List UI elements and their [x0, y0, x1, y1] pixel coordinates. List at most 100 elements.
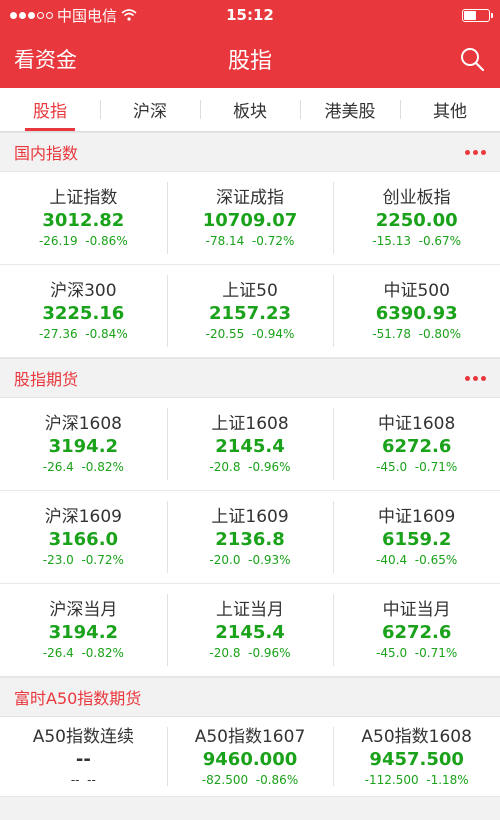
status-time: 15:12: [226, 6, 274, 24]
index-price: 9460.000: [202, 748, 298, 770]
index-tile[interactable]: A50指数1607 9460.000 -82.500 -0.86%: [166, 717, 334, 796]
index-name: 上证当月: [216, 600, 284, 620]
index-change-line: -51.78 -0.80%: [372, 326, 461, 342]
index-tile[interactable]: A50指数连续 -- -- --: [0, 717, 167, 796]
index-price: --: [75, 748, 91, 770]
index-price: 2145.4: [215, 436, 285, 457]
signal-icon: [10, 11, 53, 19]
index-tile[interactable]: 上证当月 2145.4 -20.8 -0.96%: [166, 584, 334, 676]
index-price: 2145.4: [215, 622, 285, 643]
index-change: -82.500: [201, 772, 249, 787]
index-change: -23.0: [42, 553, 74, 567]
index-row: 沪深当月 3194.2 -26.4 -0.82% 上证当月 2145.4 -20.8 -0…: [0, 584, 500, 677]
index-name: 沪深300: [50, 281, 117, 301]
index-name: 沪深1608: [44, 414, 122, 434]
index-change-pct: -0.65%: [414, 553, 458, 567]
tab-index[interactable]: 股指: [0, 88, 100, 131]
index-grid: 沪深1608 3194.2 -26.4 -0.82% 上证1608 2145.4 -20.…: [0, 398, 500, 677]
index-change-pct: -0.80%: [418, 327, 462, 341]
index-name: A50指数连续: [32, 726, 134, 747]
index-name: 沪深当月: [49, 600, 118, 620]
index-name: 沪深1609: [44, 507, 122, 527]
index-row: 上证指数 3012.82 -26.19 -0.86% 深证成指 10709.07 -78.…: [0, 172, 500, 265]
index-change-pct: -0.71%: [414, 646, 458, 660]
index-change-pct: -0.72%: [81, 553, 124, 567]
tab-other[interactable]: 其他: [400, 88, 500, 131]
more-icon[interactable]: [465, 375, 486, 381]
index-tile[interactable]: 沪深1608 3194.2 -26.4 -0.82%: [0, 398, 167, 490]
index-name: 中证1608: [378, 414, 456, 434]
view-funds-button[interactable]: 看资金: [14, 44, 77, 74]
index-tile[interactable]: 上证1608 2145.4 -20.8 -0.96%: [166, 398, 334, 490]
index-change-line: -20.8 -0.96%: [209, 459, 290, 475]
index-price: 9457.500: [369, 748, 464, 770]
more-icon[interactable]: [465, 149, 486, 155]
section-header: 股指期货: [0, 358, 500, 398]
index-price: 6390.93: [375, 303, 458, 324]
index-change-pct: -0.82%: [81, 646, 124, 660]
index-change-line: -20.8 -0.96%: [209, 645, 290, 661]
index-price: 3194.2: [48, 436, 119, 457]
index-change-pct: -0.86%: [85, 234, 128, 248]
index-change-line: -15.13 -0.67%: [372, 233, 461, 249]
index-grid: 上证指数 3012.82 -26.19 -0.86% 深证成指 10709.07 -78.…: [0, 172, 500, 358]
status-left: 中国电信: [10, 5, 137, 26]
index-tile[interactable]: 沪深300 3225.16 -27.36 -0.84%: [0, 265, 167, 357]
index-name: A50指数1608: [361, 726, 472, 747]
index-change-line: -27.36 -0.84%: [39, 326, 128, 342]
status-bar: 中国电信 15:12: [0, 0, 500, 30]
index-price: 3194.2: [48, 622, 119, 643]
index-change-pct: -0.82%: [81, 460, 124, 474]
index-row: 沪深300 3225.16 -27.36 -0.84% 上证50 2157.23 -20.…: [0, 265, 500, 358]
index-tile[interactable]: 深证成指 10709.07 -78.14 -0.72%: [166, 172, 334, 264]
index-change-pct: -0.72%: [251, 234, 295, 248]
content: 国内指数 上证指数 3012.82 -26.19 -0.86% 深证成指 10709.07…: [0, 132, 500, 797]
section-title: 富时A50指数期货: [14, 689, 142, 708]
index-change-pct: -0.96%: [248, 646, 291, 660]
battery-icon: [462, 8, 493, 22]
index-tile[interactable]: 中证当月 6272.6 -45.0 -0.71%: [333, 584, 500, 676]
index-name: 中证1609: [378, 507, 456, 527]
index-tile[interactable]: 中证1608 6272.6 -45.0 -0.71%: [333, 398, 500, 490]
index-change-line: -40.4 -0.65%: [376, 552, 457, 568]
index-price: 6272.6: [381, 436, 452, 457]
tab-hk-us[interactable]: 港美股: [300, 88, 400, 131]
index-change: --: [70, 772, 80, 787]
page-title: 股指: [227, 49, 273, 74]
wifi-icon: [121, 9, 137, 21]
index-tile[interactable]: 上证指数 3012.82 -26.19 -0.86%: [0, 172, 167, 264]
index-name: 上证指数: [49, 188, 118, 208]
index-change: -20.8: [209, 646, 241, 660]
section-title: 国内指数: [14, 144, 79, 163]
index-change: -26.4: [42, 460, 74, 474]
index-grid: A50指数连续 -- -- -- A50指数1607 9460.000 -82.500 -…: [0, 717, 500, 797]
tab-shanghai-shenzhen[interactable]: 沪深: [100, 88, 200, 131]
index-change-pct: -1.18%: [426, 772, 469, 787]
index-tile[interactable]: 沪深当月 3194.2 -26.4 -0.82%: [0, 584, 167, 676]
index-tile[interactable]: 上证50 2157.23 -20.55 -0.94%: [166, 265, 334, 357]
index-price: 6159.2: [381, 529, 452, 550]
index-price: 10709.07: [202, 210, 298, 231]
index-change: -112.500: [364, 772, 419, 787]
index-tile[interactable]: A50指数1608 9457.500 -112.500 -1.18%: [333, 717, 500, 796]
tab-sectors[interactable]: 板块: [200, 88, 300, 131]
index-change-pct: -0.93%: [248, 553, 291, 567]
index-change-pct: -0.84%: [85, 327, 128, 341]
index-tile[interactable]: 沪深1609 3166.0 -23.0 -0.72%: [0, 491, 167, 583]
index-tile[interactable]: 创业板指 2250.00 -15.13 -0.67%: [333, 172, 500, 264]
index-change: -40.4: [376, 553, 408, 567]
index-change: -26.19: [38, 234, 78, 248]
index-change-pct: -0.71%: [414, 460, 458, 474]
index-name: 深证成指: [216, 188, 284, 208]
section-header: 国内指数: [0, 132, 500, 172]
index-change-line: -26.4 -0.82%: [43, 645, 124, 661]
index-change-line: -26.4 -0.82%: [43, 459, 124, 475]
index-tile[interactable]: 中证1609 6159.2 -40.4 -0.65%: [333, 491, 500, 583]
index-change: -27.36: [38, 327, 78, 341]
index-tile[interactable]: 中证500 6390.93 -51.78 -0.80%: [333, 265, 500, 357]
index-name: 上证1608: [211, 414, 289, 434]
index-change-line: -82.500 -0.86%: [202, 772, 298, 788]
index-change-line: -20.55 -0.94%: [206, 326, 295, 342]
search-icon[interactable]: [458, 45, 486, 73]
index-tile[interactable]: 上证1609 2136.8 -20.0 -0.93%: [166, 491, 334, 583]
